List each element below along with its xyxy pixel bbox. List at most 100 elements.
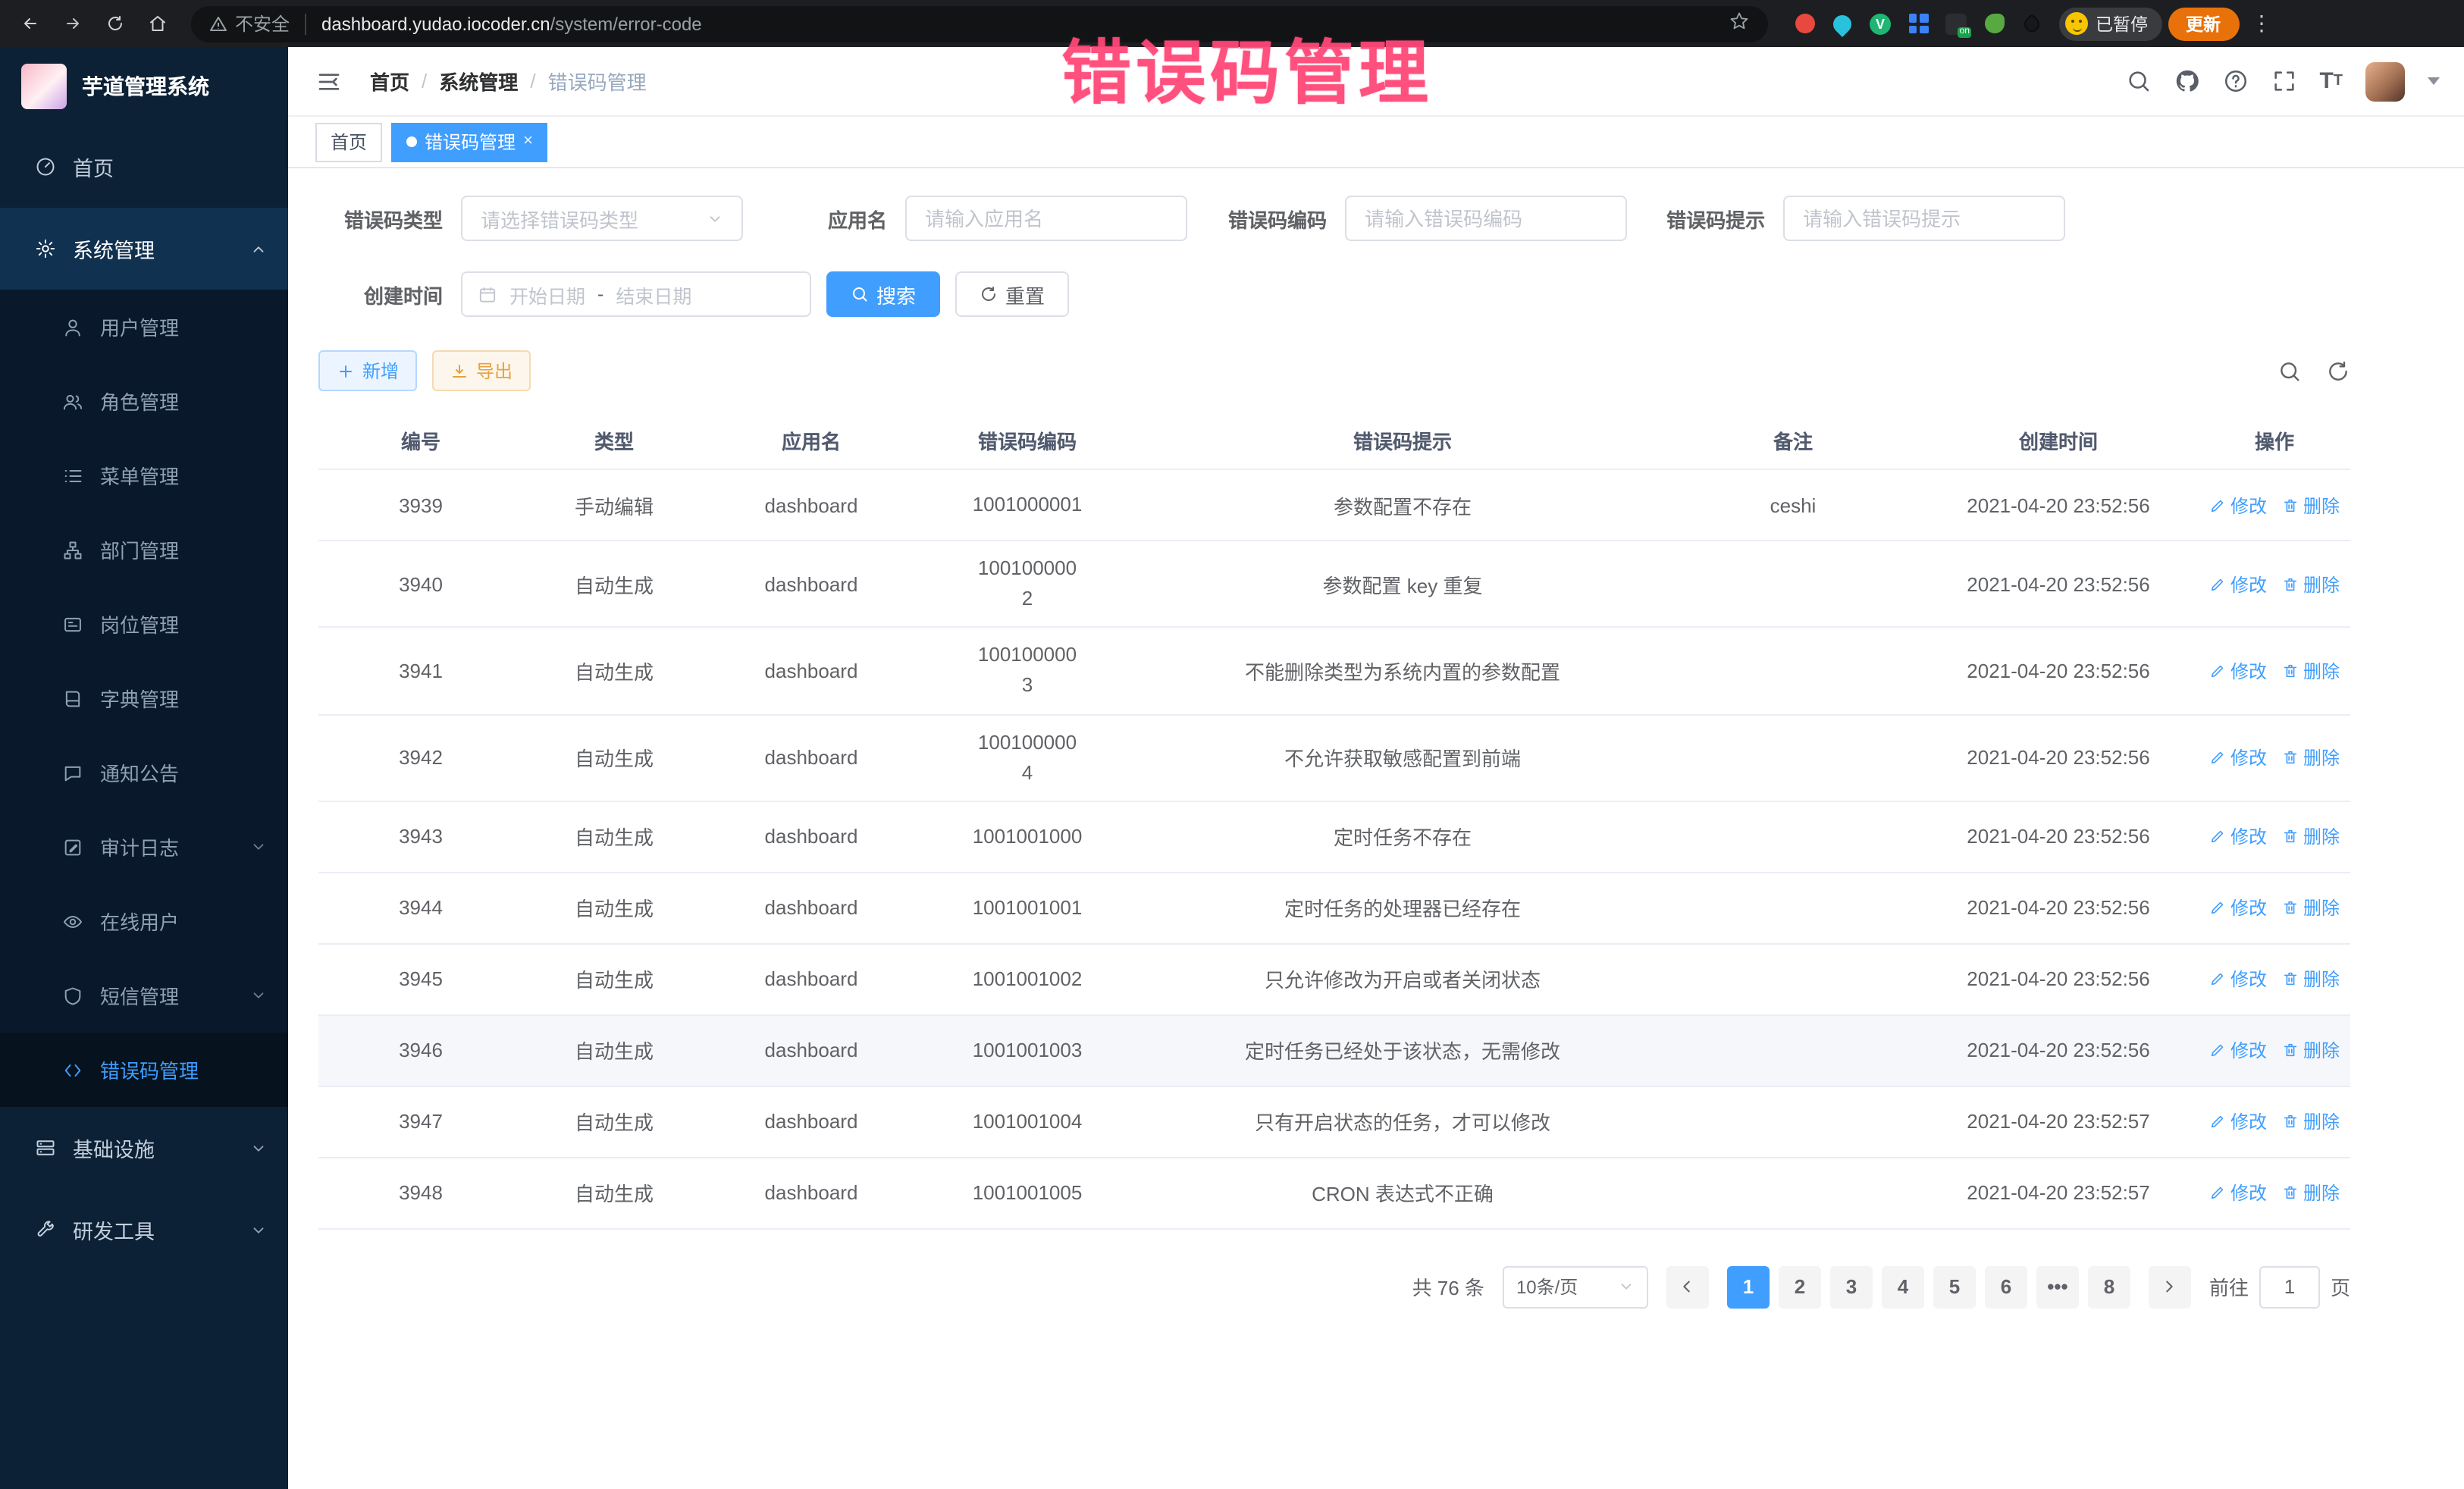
page-button[interactable]: 6 xyxy=(1985,1266,2027,1309)
page-button[interactable]: 2 xyxy=(1779,1266,1821,1309)
sidebar-item-roles[interactable]: 角色管理 xyxy=(0,364,288,438)
refresh-icon[interactable] xyxy=(2326,359,2350,383)
sidebar-item-home[interactable]: 首页 xyxy=(0,126,288,208)
search-toggle-icon[interactable] xyxy=(2277,359,2302,383)
delete-link[interactable]: 删除 xyxy=(2282,492,2340,518)
cell-type: 自动生成 xyxy=(523,1096,705,1149)
extensions-pin-icon[interactable] xyxy=(2020,11,2044,36)
sidebar-item-online-users[interactable]: 在线用户 xyxy=(0,884,288,958)
trash-icon xyxy=(2282,575,2299,592)
breadcrumb-item-system[interactable]: 系统管理 xyxy=(439,67,518,96)
delete-link[interactable]: 删除 xyxy=(2282,1038,2340,1064)
question-icon[interactable] xyxy=(2222,68,2248,94)
sidebar-item-dictionary[interactable]: 字典管理 xyxy=(0,661,288,735)
edit-link[interactable]: 修改 xyxy=(2209,824,2267,850)
github-icon[interactable] xyxy=(2174,68,2199,94)
avatar[interactable] xyxy=(2365,61,2405,101)
search-icon xyxy=(851,285,869,303)
edit-link[interactable]: 修改 xyxy=(2209,492,2267,518)
export-button[interactable]: 导出 xyxy=(432,350,531,391)
delete-link[interactable]: 删除 xyxy=(2282,824,2340,850)
screen: 不安全 dashboard.yudao.iocoder.cn /system/e… xyxy=(0,0,2464,1489)
extension-icon-1[interactable] xyxy=(1792,11,1817,36)
column-header-code: 错误码编码 xyxy=(917,414,1137,467)
menu-list-icon xyxy=(61,463,85,487)
page-button[interactable]: 8 xyxy=(2088,1266,2130,1309)
sidebar-item-dev-tools[interactable]: 研发工具 xyxy=(0,1189,288,1271)
cell-remark xyxy=(1668,659,1918,683)
bookmark-star-icon[interactable] xyxy=(1729,11,1750,36)
extension-icon-4[interactable] xyxy=(1906,11,1930,36)
delete-link[interactable]: 删除 xyxy=(2282,658,2340,684)
date-range-picker[interactable]: 开始日期 - 结束日期 xyxy=(461,271,811,317)
forward-icon[interactable] xyxy=(55,5,91,42)
edit-link[interactable]: 修改 xyxy=(2209,1180,2267,1206)
edit-link[interactable]: 修改 xyxy=(2209,571,2267,597)
sidebar-item-system[interactable]: 系统管理 xyxy=(0,208,288,290)
address-bar[interactable]: 不安全 dashboard.yudao.iocoder.cn /system/e… xyxy=(191,5,1768,42)
goto-page-input[interactable] xyxy=(2259,1266,2320,1309)
error-code-input[interactable] xyxy=(1345,196,1627,241)
page-ellipsis[interactable]: ••• xyxy=(2036,1266,2079,1309)
sidebar-item-sms[interactable]: 短信管理 xyxy=(0,958,288,1033)
sidebar-item-posts[interactable]: 岗位管理 xyxy=(0,587,288,661)
tab-error-code[interactable]: 错误码管理 × xyxy=(391,122,548,161)
delete-link[interactable]: 删除 xyxy=(2282,744,2340,770)
sidebar-item-departments[interactable]: 部门管理 xyxy=(0,513,288,587)
sidebar-item-notices[interactable]: 通知公告 xyxy=(0,735,288,810)
extension-icon-3[interactable]: V xyxy=(1868,11,1892,36)
filter-error-hint: 错误码提示 xyxy=(1666,196,2065,241)
edit-link[interactable]: 修改 xyxy=(2209,1038,2267,1064)
extension-icon-2[interactable] xyxy=(1830,11,1854,36)
page-size-select[interactable]: 10条/页 xyxy=(1503,1266,1648,1309)
add-button[interactable]: 新增 xyxy=(318,350,417,391)
download-icon xyxy=(450,362,469,380)
sidebar-item-menus[interactable]: 菜单管理 xyxy=(0,438,288,513)
hamburger-icon[interactable] xyxy=(312,66,346,96)
delete-link[interactable]: 删除 xyxy=(2282,1109,2340,1135)
page-button[interactable]: 5 xyxy=(1933,1266,1976,1309)
page-button[interactable]: 1 xyxy=(1727,1266,1770,1309)
update-button[interactable]: 更新 xyxy=(2168,7,2239,40)
security-warning[interactable]: 不安全 xyxy=(209,11,290,36)
prev-page-button[interactable] xyxy=(1666,1266,1709,1309)
breadcrumb-item-home[interactable]: 首页 xyxy=(370,67,409,96)
edit-link[interactable]: 修改 xyxy=(2209,1109,2267,1135)
tab-close-icon[interactable]: × xyxy=(523,133,533,150)
cell-actions: 修改 删除 xyxy=(2205,1180,2344,1206)
delete-link[interactable]: 删除 xyxy=(2282,895,2340,921)
font-size-icon[interactable]: TT xyxy=(2319,68,2343,94)
next-page-button[interactable] xyxy=(2149,1266,2191,1309)
tab-home[interactable]: 首页 xyxy=(315,122,382,161)
warning-icon xyxy=(209,14,227,33)
edit-link[interactable]: 修改 xyxy=(2209,895,2267,921)
edit-link[interactable]: 修改 xyxy=(2209,744,2267,770)
page-button[interactable]: 4 xyxy=(1882,1266,1924,1309)
search-button[interactable]: 搜索 xyxy=(826,271,940,317)
sidebar-item-error-code[interactable]: 错误码管理 xyxy=(0,1033,288,1107)
security-label: 不安全 xyxy=(235,11,290,36)
profile-chip[interactable]: 已暂停 xyxy=(2059,7,2161,40)
fullscreen-icon[interactable] xyxy=(2271,68,2296,94)
browser-home-icon[interactable] xyxy=(140,5,176,42)
reload-icon[interactable] xyxy=(97,5,133,42)
error-type-select[interactable]: 请选择错误码类型 xyxy=(461,196,743,241)
app-name-input[interactable] xyxy=(905,196,1187,241)
page-button[interactable]: 3 xyxy=(1830,1266,1873,1309)
caret-down-icon[interactable] xyxy=(2428,77,2440,85)
kebab-menu-icon[interactable]: ⋮ xyxy=(2245,11,2278,36)
search-icon[interactable] xyxy=(2125,68,2151,94)
delete-link[interactable]: 删除 xyxy=(2282,1180,2340,1206)
sidebar-item-infrastructure[interactable]: 基础设施 xyxy=(0,1107,288,1189)
back-icon[interactable] xyxy=(12,5,49,42)
sidebar-item-audit-log[interactable]: 审计日志 xyxy=(0,810,288,884)
delete-link[interactable]: 删除 xyxy=(2282,967,2340,992)
sidebar-item-users[interactable]: 用户管理 xyxy=(0,290,288,364)
reset-button[interactable]: 重置 xyxy=(955,271,1069,317)
extension-icon-6[interactable] xyxy=(1982,11,2006,36)
error-hint-input[interactable] xyxy=(1783,196,2065,241)
edit-link[interactable]: 修改 xyxy=(2209,967,2267,992)
delete-link[interactable]: 删除 xyxy=(2282,571,2340,597)
extension-icon-5[interactable]: on xyxy=(1944,11,1968,36)
edit-link[interactable]: 修改 xyxy=(2209,658,2267,684)
